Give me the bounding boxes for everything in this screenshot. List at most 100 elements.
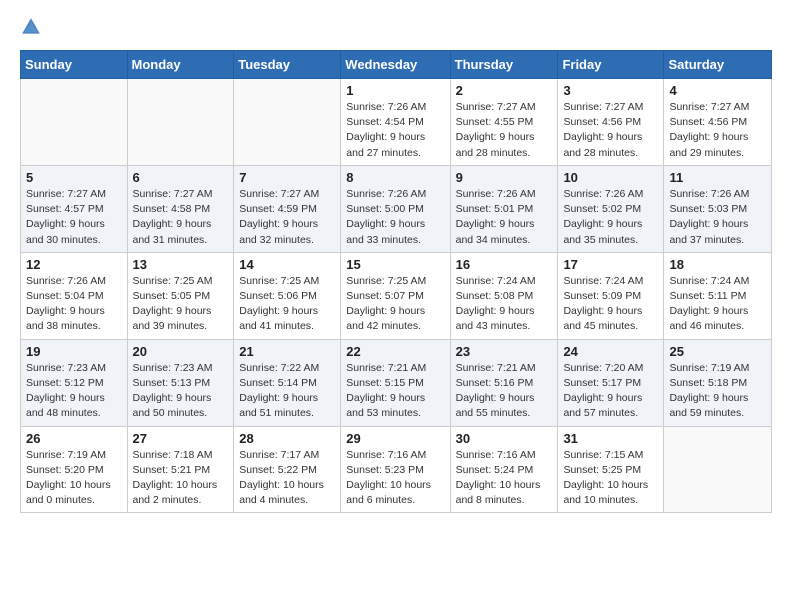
day-number: 4: [669, 83, 766, 98]
weekday-header-thursday: Thursday: [450, 51, 558, 79]
weekday-header-sunday: Sunday: [21, 51, 128, 79]
week-row-4: 19 Sunrise: 7:23 AM Sunset: 5:12 PM Dayli…: [21, 339, 772, 426]
day-number: 13: [133, 257, 229, 272]
day-number: 25: [669, 344, 766, 359]
day-info: Sunrise: 7:23 AM Sunset: 5:13 PM Dayligh…: [133, 361, 229, 422]
day-cell: 9 Sunrise: 7:26 AM Sunset: 5:01 PM Daylig…: [450, 165, 558, 252]
day-cell: 24Sunrise: 7:20 AM Sunset: 5:17 PM Dayli…: [558, 339, 664, 426]
week-row-3: 12 Sunrise: 7:26 AM Sunset: 5:04 PM Dayli…: [21, 252, 772, 339]
page: SundayMondayTuesdayWednesdayThursdayFrid…: [0, 0, 792, 529]
day-cell: 18 Sunrise: 7:24 AM Sunset: 5:11 PM Dayli…: [664, 252, 772, 339]
day-cell: [127, 79, 234, 166]
day-info: Sunrise: 7:27 AM Sunset: 4:56 PM Dayligh…: [669, 100, 766, 161]
day-number: 6: [133, 170, 229, 185]
day-number: 9: [456, 170, 553, 185]
day-number: 22: [346, 344, 444, 359]
day-number: 20: [133, 344, 229, 359]
day-number: 23: [456, 344, 553, 359]
day-info: Sunrise: 7:27 AM Sunset: 4:56 PM Dayligh…: [563, 100, 658, 161]
day-cell: 21 Sunrise: 7:22 AM Sunset: 5:14 PM Dayli…: [234, 339, 341, 426]
day-cell: 5Sunrise: 7:27 AM Sunset: 4:57 PM Daylig…: [21, 165, 128, 252]
day-info: Sunrise: 7:23 AM Sunset: 5:12 PM Dayligh…: [26, 361, 122, 422]
week-row-2: 5Sunrise: 7:27 AM Sunset: 4:57 PM Daylig…: [21, 165, 772, 252]
day-info: Sunrise: 7:18 AM Sunset: 5:21 PM Dayligh…: [133, 448, 229, 509]
day-cell: 14Sunrise: 7:25 AM Sunset: 5:06 PM Dayli…: [234, 252, 341, 339]
day-cell: 10Sunrise: 7:26 AM Sunset: 5:02 PM Dayli…: [558, 165, 664, 252]
weekday-header-monday: Monday: [127, 51, 234, 79]
day-info: Sunrise: 7:15 AM Sunset: 5:25 PM Dayligh…: [563, 448, 658, 509]
day-info: Sunrise: 7:19 AM Sunset: 5:18 PM Dayligh…: [669, 361, 766, 422]
day-cell: 22 Sunrise: 7:21 AM Sunset: 5:15 PM Dayli…: [341, 339, 450, 426]
day-cell: 11 Sunrise: 7:26 AM Sunset: 5:03 PM Dayli…: [664, 165, 772, 252]
day-info: Sunrise: 7:27 AM Sunset: 4:57 PM Dayligh…: [26, 187, 122, 248]
day-cell: 20 Sunrise: 7:23 AM Sunset: 5:13 PM Dayli…: [127, 339, 234, 426]
day-cell: 28Sunrise: 7:17 AM Sunset: 5:22 PM Dayli…: [234, 426, 341, 513]
day-number: 27: [133, 431, 229, 446]
day-number: 30: [456, 431, 553, 446]
day-number: 17: [563, 257, 658, 272]
day-number: 12: [26, 257, 122, 272]
day-cell: 29Sunrise: 7:16 AM Sunset: 5:23 PM Dayli…: [341, 426, 450, 513]
day-info: Sunrise: 7:20 AM Sunset: 5:17 PM Dayligh…: [563, 361, 658, 422]
day-info: Sunrise: 7:27 AM Sunset: 4:58 PM Dayligh…: [133, 187, 229, 248]
day-cell: 26 Sunrise: 7:19 AM Sunset: 5:20 PM Dayli…: [21, 426, 128, 513]
day-cell: 27 Sunrise: 7:18 AM Sunset: 5:21 PM Dayli…: [127, 426, 234, 513]
day-info: Sunrise: 7:26 AM Sunset: 5:01 PM Dayligh…: [456, 187, 553, 248]
weekday-header-row: SundayMondayTuesdayWednesdayThursdayFrid…: [21, 51, 772, 79]
day-number: 11: [669, 170, 766, 185]
day-info: Sunrise: 7:25 AM Sunset: 5:07 PM Dayligh…: [346, 274, 444, 335]
day-cell: 16 Sunrise: 7:24 AM Sunset: 5:08 PM Dayli…: [450, 252, 558, 339]
day-cell: 23Sunrise: 7:21 AM Sunset: 5:16 PM Dayli…: [450, 339, 558, 426]
day-cell: 15 Sunrise: 7:25 AM Sunset: 5:07 PM Dayli…: [341, 252, 450, 339]
day-cell: 1Sunrise: 7:26 AM Sunset: 4:54 PM Daylig…: [341, 79, 450, 166]
weekday-header-wednesday: Wednesday: [341, 51, 450, 79]
day-number: 19: [26, 344, 122, 359]
day-info: Sunrise: 7:19 AM Sunset: 5:20 PM Dayligh…: [26, 448, 122, 509]
day-cell: 31 Sunrise: 7:15 AM Sunset: 5:25 PM Dayli…: [558, 426, 664, 513]
day-info: Sunrise: 7:25 AM Sunset: 5:05 PM Dayligh…: [133, 274, 229, 335]
day-info: Sunrise: 7:24 AM Sunset: 5:09 PM Dayligh…: [563, 274, 658, 335]
day-number: 3: [563, 83, 658, 98]
day-info: Sunrise: 7:22 AM Sunset: 5:14 PM Dayligh…: [239, 361, 335, 422]
day-cell: [664, 426, 772, 513]
day-cell: 8Sunrise: 7:26 AM Sunset: 5:00 PM Daylig…: [341, 165, 450, 252]
day-cell: [234, 79, 341, 166]
day-number: 16: [456, 257, 553, 272]
day-info: Sunrise: 7:26 AM Sunset: 5:04 PM Dayligh…: [26, 274, 122, 335]
day-cell: 19 Sunrise: 7:23 AM Sunset: 5:12 PM Dayli…: [21, 339, 128, 426]
weekday-header-friday: Friday: [558, 51, 664, 79]
day-number: 31: [563, 431, 658, 446]
day-cell: 17 Sunrise: 7:24 AM Sunset: 5:09 PM Dayli…: [558, 252, 664, 339]
day-info: Sunrise: 7:26 AM Sunset: 5:03 PM Dayligh…: [669, 187, 766, 248]
day-info: Sunrise: 7:21 AM Sunset: 5:15 PM Dayligh…: [346, 361, 444, 422]
day-cell: 13 Sunrise: 7:25 AM Sunset: 5:05 PM Dayli…: [127, 252, 234, 339]
day-info: Sunrise: 7:27 AM Sunset: 4:59 PM Dayligh…: [239, 187, 335, 248]
day-cell: 6 Sunrise: 7:27 AM Sunset: 4:58 PM Daylig…: [127, 165, 234, 252]
day-cell: 25 Sunrise: 7:19 AM Sunset: 5:18 PM Dayli…: [664, 339, 772, 426]
day-number: 14: [239, 257, 335, 272]
day-cell: 7 Sunrise: 7:27 AM Sunset: 4:59 PM Daylig…: [234, 165, 341, 252]
week-row-5: 26 Sunrise: 7:19 AM Sunset: 5:20 PM Dayli…: [21, 426, 772, 513]
day-number: 2: [456, 83, 553, 98]
day-number: 26: [26, 431, 122, 446]
day-number: 7: [239, 170, 335, 185]
day-info: Sunrise: 7:26 AM Sunset: 5:02 PM Dayligh…: [563, 187, 658, 248]
weekday-header-saturday: Saturday: [664, 51, 772, 79]
day-info: Sunrise: 7:24 AM Sunset: 5:08 PM Dayligh…: [456, 274, 553, 335]
day-number: 18: [669, 257, 766, 272]
day-cell: 12 Sunrise: 7:26 AM Sunset: 5:04 PM Dayli…: [21, 252, 128, 339]
header: [20, 16, 772, 38]
day-cell: 2 Sunrise: 7:27 AM Sunset: 4:55 PM Daylig…: [450, 79, 558, 166]
day-number: 28: [239, 431, 335, 446]
day-info: Sunrise: 7:16 AM Sunset: 5:23 PM Dayligh…: [346, 448, 444, 509]
day-number: 8: [346, 170, 444, 185]
day-number: 15: [346, 257, 444, 272]
logo-icon: [20, 16, 42, 38]
day-cell: [21, 79, 128, 166]
day-info: Sunrise: 7:27 AM Sunset: 4:55 PM Dayligh…: [456, 100, 553, 161]
day-info: Sunrise: 7:24 AM Sunset: 5:11 PM Dayligh…: [669, 274, 766, 335]
calendar-table: SundayMondayTuesdayWednesdayThursdayFrid…: [20, 50, 772, 513]
weekday-header-tuesday: Tuesday: [234, 51, 341, 79]
day-info: Sunrise: 7:16 AM Sunset: 5:24 PM Dayligh…: [456, 448, 553, 509]
day-number: 21: [239, 344, 335, 359]
